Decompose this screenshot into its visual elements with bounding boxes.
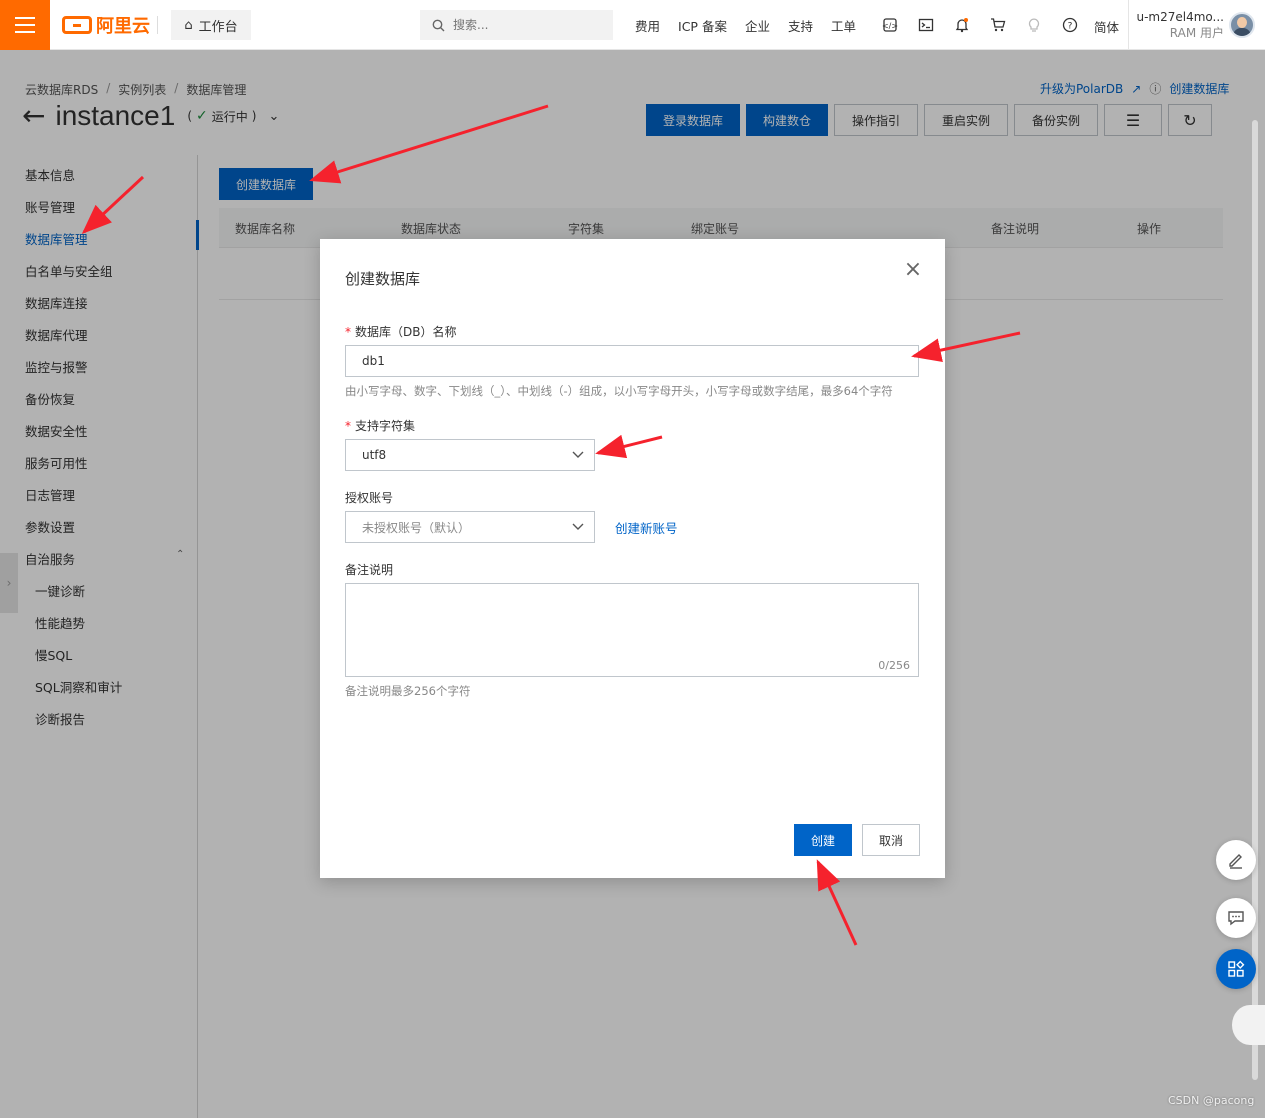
chat-button[interactable] [1216, 898, 1256, 938]
user-name: u-m27el4mo... [1136, 10, 1224, 24]
svg-text:?: ? [1068, 22, 1073, 32]
db-name-input[interactable] [345, 345, 919, 377]
workbench-label: 工作台 [198, 19, 238, 35]
bulb-icon[interactable] [1016, 0, 1052, 50]
required-mark: * [345, 325, 351, 339]
cart-icon[interactable] [980, 0, 1016, 50]
aliyun-logo-icon [62, 16, 92, 34]
cancel-button[interactable]: 取消 [862, 824, 920, 856]
dialog-footer: 创建 取消 [794, 824, 920, 856]
chevron-down-icon [572, 448, 584, 462]
watermark: CSDN @pacong [1168, 1094, 1255, 1107]
account-label: 授权账号 [345, 491, 394, 505]
charset-selected-value: utf8 [362, 448, 387, 462]
apps-button[interactable] [1216, 949, 1256, 989]
close-icon[interactable]: × [902, 259, 924, 281]
charset-select[interactable]: utf8 [345, 439, 595, 471]
help-icon[interactable]: ? [1052, 0, 1088, 50]
nav-ticket[interactable]: 工单 [822, 16, 865, 35]
top-icon-group: </> ? [872, 0, 1088, 50]
chat-icon [1228, 911, 1244, 926]
user-divider [1128, 0, 1129, 50]
language-switch[interactable]: 简体 [1094, 17, 1119, 36]
chevron-down-icon [572, 520, 584, 534]
charset-label: * 支持字符集 [345, 417, 415, 434]
brand-name: 阿里云 [96, 16, 150, 37]
search-input[interactable] [453, 18, 593, 32]
required-mark: * [345, 419, 351, 433]
top-navigation-bar: 阿里云 ⌂ 工作台 费用 ICP 备案 企业 支持 工单 </> ? [0, 0, 1265, 50]
nav-enterprise[interactable]: 企业 [736, 16, 779, 35]
db-name-label-text: 数据库（DB）名称 [355, 325, 457, 339]
search-icon [432, 19, 445, 31]
aliyun-logo[interactable]: 阿里云 [62, 12, 150, 38]
nav-icp[interactable]: ICP 备案 [669, 16, 736, 35]
db-name-label: * 数据库（DB）名称 [345, 323, 456, 340]
apps-grid-icon [1228, 960, 1245, 977]
account-selected-value: 未授权账号（默认） [362, 520, 471, 535]
nav-billing[interactable]: 费用 [626, 16, 669, 35]
confirm-create-button[interactable]: 创建 [794, 824, 852, 856]
hamburger-menu-icon[interactable] [0, 0, 50, 50]
nav-support[interactable]: 支持 [779, 16, 822, 35]
remark-counter: 0/256 [878, 659, 910, 672]
create-account-link[interactable]: 创建新账号 [615, 518, 678, 537]
account-select[interactable]: 未授权账号（默认） [345, 511, 595, 543]
remark-hint: 备注说明最多256个字符 [345, 684, 471, 698]
code-icon[interactable]: </> [872, 0, 908, 50]
search-box[interactable] [420, 10, 613, 40]
top-nav-links: 费用 ICP 备案 企业 支持 工单 [626, 0, 865, 50]
edit-feedback-button[interactable] [1216, 840, 1256, 880]
bell-icon[interactable] [944, 0, 980, 50]
page-scrollbar[interactable] [1252, 120, 1258, 1080]
terminal-icon[interactable] [908, 0, 944, 50]
home-icon: ⌂ [184, 17, 193, 33]
remark-textarea[interactable] [346, 584, 918, 676]
workbench-button[interactable]: ⌂ 工作台 [171, 10, 251, 40]
avatar[interactable] [1229, 12, 1255, 38]
remark-label: 备注说明 [345, 563, 394, 577]
remark-field: 0/256 [345, 583, 919, 677]
db-name-hint: 由小写字母、数字、下划线（_）、中划线（-）组成，以小写字母开头，小写字母或数字… [345, 384, 893, 398]
user-role: RAM 用户 [1169, 26, 1224, 40]
svg-text:</>: </> [882, 22, 898, 31]
user-info[interactable]: u-m27el4mo... RAM 用户 [1136, 9, 1224, 41]
loading-spinner-icon [1232, 1005, 1265, 1045]
dialog-title: 创建数据库 [345, 270, 421, 288]
pencil-icon [1229, 854, 1242, 869]
charset-label-text: 支持字符集 [355, 419, 416, 433]
create-database-dialog: 创建数据库 × * 数据库（DB）名称 由小写字母、数字、下划线（_）、中划线（-… [320, 239, 945, 878]
logo-divider [157, 16, 158, 34]
